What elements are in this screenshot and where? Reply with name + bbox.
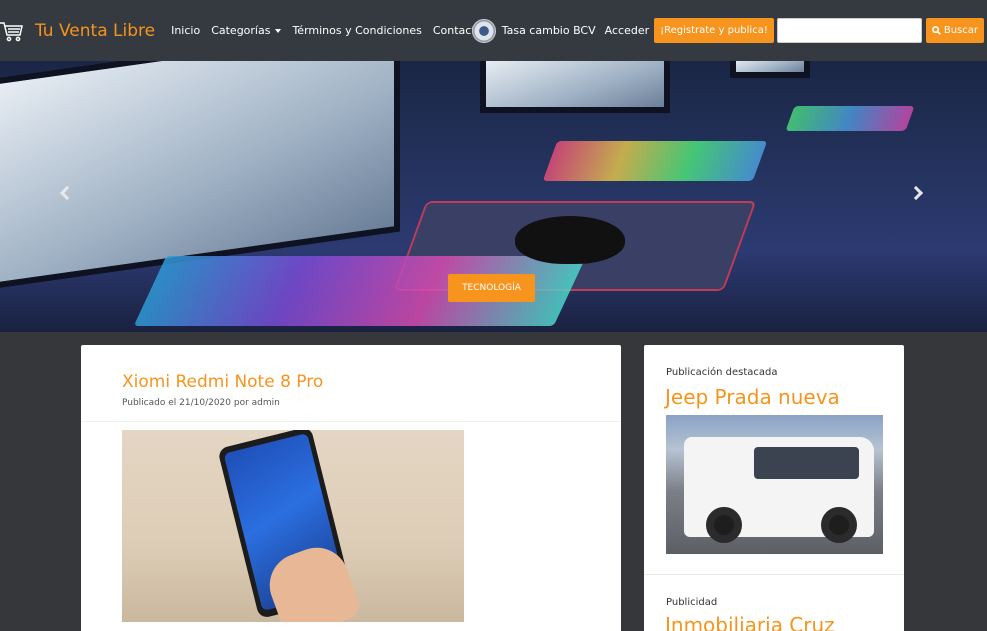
register-button[interactable]: ¡Registrate y publica!: [654, 18, 774, 43]
bcv-rate-label: Tasa cambio BCV: [501, 24, 596, 37]
nav-link-inicio[interactable]: Inicio: [171, 24, 200, 37]
featured-title[interactable]: Jeep Prada nueva: [665, 385, 840, 409]
chevron-down-icon: [275, 28, 282, 33]
jeep-wheel-front: [706, 507, 742, 543]
bcv-rate-link[interactable]: Tasa cambio BCV: [471, 18, 596, 43]
post-card: Xiomi Redmi Note 8 Pro Publicado el 21/1…: [81, 345, 621, 631]
chevron-right-icon[interactable]: [908, 185, 924, 201]
nav-links: Inicio Categorías Términos y Condiciones…: [171, 24, 493, 37]
search-input[interactable]: [776, 18, 922, 43]
hero-monitor-right: [730, 61, 810, 78]
cart-icon: [0, 21, 23, 41]
navbar: Tu Venta Libre Inicio Categorías Término…: [0, 0, 987, 61]
sidebar-card: Publicación destacada Jeep Prada nueva P…: [644, 345, 904, 631]
nav-link-terminos[interactable]: Términos y Condiciones: [292, 24, 421, 37]
post-divider: [81, 421, 621, 422]
featured-image[interactable]: [666, 415, 883, 554]
search-button[interactable]: Buscar: [925, 18, 984, 43]
jeep-window: [754, 447, 859, 479]
bcv-seal-icon: [471, 18, 496, 43]
nav-right: Tasa cambio BCV Acceder ¡Registrate y pu…: [471, 0, 987, 61]
hero-mouse: [515, 216, 625, 264]
post-image[interactable]: [122, 430, 464, 622]
hero-keyboard-back: [785, 106, 915, 131]
hero-category-badge[interactable]: TECNOLOGÍA: [448, 274, 535, 302]
login-link[interactable]: Acceder: [605, 24, 649, 37]
brand-name[interactable]: Tu Venta Libre: [35, 21, 155, 41]
hero-carousel: TECNOLOGÍA: [0, 61, 987, 332]
post-meta: Publicado el 21/10/2020 por admin: [122, 398, 280, 408]
hero-monitor-center: [480, 61, 670, 113]
jeep-wheel-rear: [821, 507, 857, 543]
nav-link-categorias[interactable]: Categorías: [211, 24, 282, 37]
ad-label: Publicidad: [666, 597, 718, 608]
hero-keyboard-mid: [542, 141, 768, 181]
ad-title[interactable]: Inmobiliaria Cruz: [665, 613, 835, 631]
nav-link-categorias-label: Categorías: [211, 24, 271, 37]
search-button-label: Buscar: [943, 25, 978, 36]
brand[interactable]: Tu Venta Libre: [0, 19, 155, 43]
post-title[interactable]: Xiomi Redmi Note 8 Pro: [122, 372, 323, 392]
sidebar-divider: [644, 574, 904, 575]
search-icon: [931, 26, 941, 35]
featured-label: Publicación destacada: [666, 367, 778, 378]
